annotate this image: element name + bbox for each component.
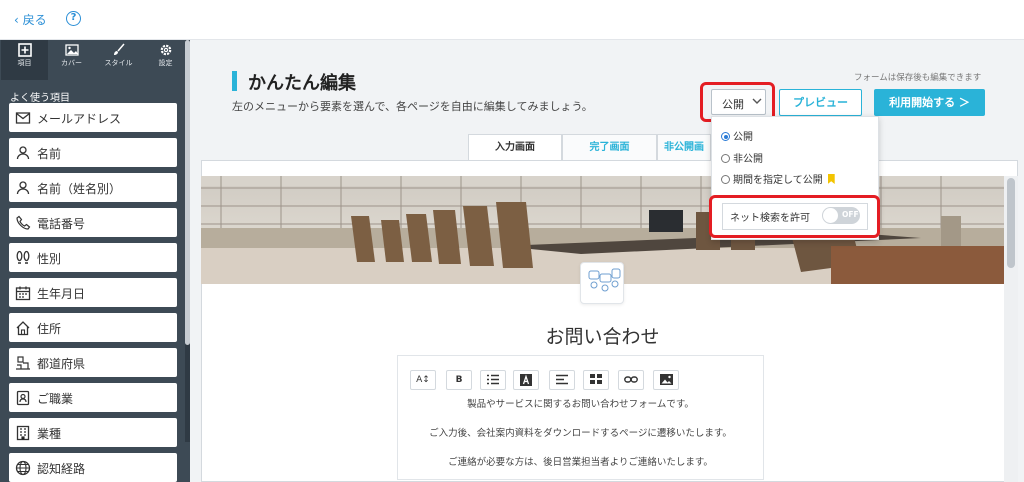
title-accent-bar <box>232 71 237 91</box>
id-badge-icon <box>16 390 30 406</box>
sidebar-item-label: 業種 <box>37 427 62 441</box>
publish-option-public[interactable]: 公開 <box>721 128 753 143</box>
link-icon <box>624 376 638 383</box>
page-title: かんたん編集 <box>248 73 356 94</box>
person-icon <box>16 146 30 160</box>
sidebar-tab-items[interactable]: 項目 <box>1 40 48 80</box>
sidebar-item-gender[interactable]: 性別 <box>9 243 177 272</box>
publish-option-private[interactable]: 非公開 <box>721 150 763 165</box>
footprints-icon <box>16 250 30 264</box>
mail-icon <box>15 112 31 124</box>
sidebar-item-phone[interactable]: 電話番号 <box>9 208 177 237</box>
list-button[interactable] <box>480 370 506 390</box>
gear-icon <box>160 44 171 56</box>
back-label: 戻る <box>22 13 47 27</box>
publish-option-scheduled[interactable]: 期間を指定して公開 <box>721 171 835 186</box>
sidebar-tab-settings[interactable]: 設定 <box>142 40 189 80</box>
brush-icon <box>113 43 125 55</box>
align-left-icon <box>556 374 568 385</box>
sidebar-item-prefecture[interactable]: 都道府県 <box>9 348 177 377</box>
sidebar-tab-cover[interactable]: カバー <box>48 40 95 80</box>
map-pin-icon <box>16 356 30 370</box>
back-link[interactable]: ‹ 戻る <box>14 11 47 28</box>
table-icon <box>590 374 602 384</box>
sidebar-item-occupation[interactable]: ご職業 <box>9 383 177 412</box>
form-avatar-icon[interactable] <box>580 262 624 304</box>
sidebar-scroll-thumb[interactable] <box>185 40 190 345</box>
sidebar-item-label: 名前 <box>37 147 62 161</box>
sidebar-item-label: 性別 <box>37 252 62 266</box>
page-subtitle: 左のメニューから要素を選んで、各ページを自由に編集してみましょう。 <box>232 100 593 113</box>
sidebar-item-label: 名前（姓名別） <box>37 182 122 196</box>
sidebar-item-email[interactable]: メールアドレス <box>9 103 177 132</box>
sidebar-item-label: 認知経路 <box>37 462 86 476</box>
text-color-button[interactable] <box>513 370 539 390</box>
highlight-box-net-search <box>709 195 880 238</box>
table-button[interactable] <box>583 370 609 390</box>
sidebar-item-birthday[interactable]: 生年月日 <box>9 278 177 307</box>
list-icon <box>487 374 499 385</box>
form-description-line: 製品やサービスに関するお問い合わせフォームです。 <box>467 399 694 410</box>
radio-selected-icon <box>721 132 730 141</box>
sidebar-item-name[interactable]: 名前 <box>9 138 177 167</box>
radio-icon <box>721 154 730 163</box>
option-label: 非公開 <box>733 154 763 165</box>
text-color-icon <box>520 374 532 386</box>
image-button[interactable] <box>653 370 679 390</box>
preview-button[interactable]: プレビュー <box>779 89 862 116</box>
align-button[interactable] <box>549 370 575 390</box>
option-label: 期間を指定して公開 <box>733 175 823 186</box>
sidebar-tab-label: 項目 <box>17 59 32 67</box>
font-size-button[interactable]: A↕ <box>410 370 436 390</box>
sidebar-tab-label: カバー <box>61 59 82 67</box>
image-icon <box>659 374 673 385</box>
sidebar-item-label: メールアドレス <box>37 112 122 126</box>
sidebar-item-industry[interactable]: 業種 <box>9 418 177 447</box>
phone-icon <box>16 215 31 230</box>
section-title: よく使う項目 <box>10 93 70 104</box>
form-description-line: ご連絡が必要な方は、後日営業担当者よりご連絡いたします。 <box>448 457 713 468</box>
save-note: フォームは保存後も編集できます <box>854 73 982 83</box>
globe-icon <box>15 460 31 476</box>
tab-complete-screen[interactable]: 完了画面 <box>562 134 657 161</box>
calendar-icon <box>15 286 31 301</box>
link-button[interactable] <box>618 370 644 390</box>
bold-button[interactable]: B <box>446 370 472 390</box>
sidebar-item-label: 生年月日 <box>37 287 86 301</box>
form-title: お問い合わせ <box>545 326 660 348</box>
tab-private-screen[interactable]: 非公開画 <box>657 134 711 161</box>
form-description-line: ご入力後、会社案内資料をダウンロードするページに遷移いたします。 <box>429 428 732 439</box>
plus-square-icon <box>17 43 32 57</box>
person-icon <box>16 181 30 195</box>
sidebar-item-label: ご職業 <box>37 392 74 406</box>
sidebar-item-label: 電話番号 <box>37 217 86 231</box>
sidebar-tabs: 項目 カバー スタイル 設定 <box>0 40 190 80</box>
start-button[interactable]: 利用開始する ＞ <box>874 89 985 116</box>
sidebar-item-name-split[interactable]: 名前（姓名別） <box>9 173 177 202</box>
form-emoji-icon <box>588 268 621 292</box>
sidebar-tab-style[interactable]: スタイル <box>95 40 142 80</box>
sidebar-tab-label: スタイル <box>104 59 133 67</box>
sidebar-item-awareness[interactable]: 認知経路 <box>9 453 177 482</box>
sidebar-tab-label: 設定 <box>158 59 173 67</box>
tab-input-screen[interactable]: 入力画面 <box>468 134 562 161</box>
image-icon <box>64 44 79 56</box>
chevron-left-icon: ‹ <box>14 13 19 27</box>
canvas-scroll-thumb[interactable] <box>1007 178 1015 268</box>
radio-icon <box>721 175 730 184</box>
top-bar: ‹ 戻る ? <box>0 0 1024 40</box>
help-icon[interactable]: ? <box>66 11 81 26</box>
building-icon <box>16 425 30 441</box>
premium-bookmark-icon <box>827 174 835 184</box>
option-label: 公開 <box>733 132 753 143</box>
sidebar-item-label: 都道府県 <box>37 357 86 371</box>
